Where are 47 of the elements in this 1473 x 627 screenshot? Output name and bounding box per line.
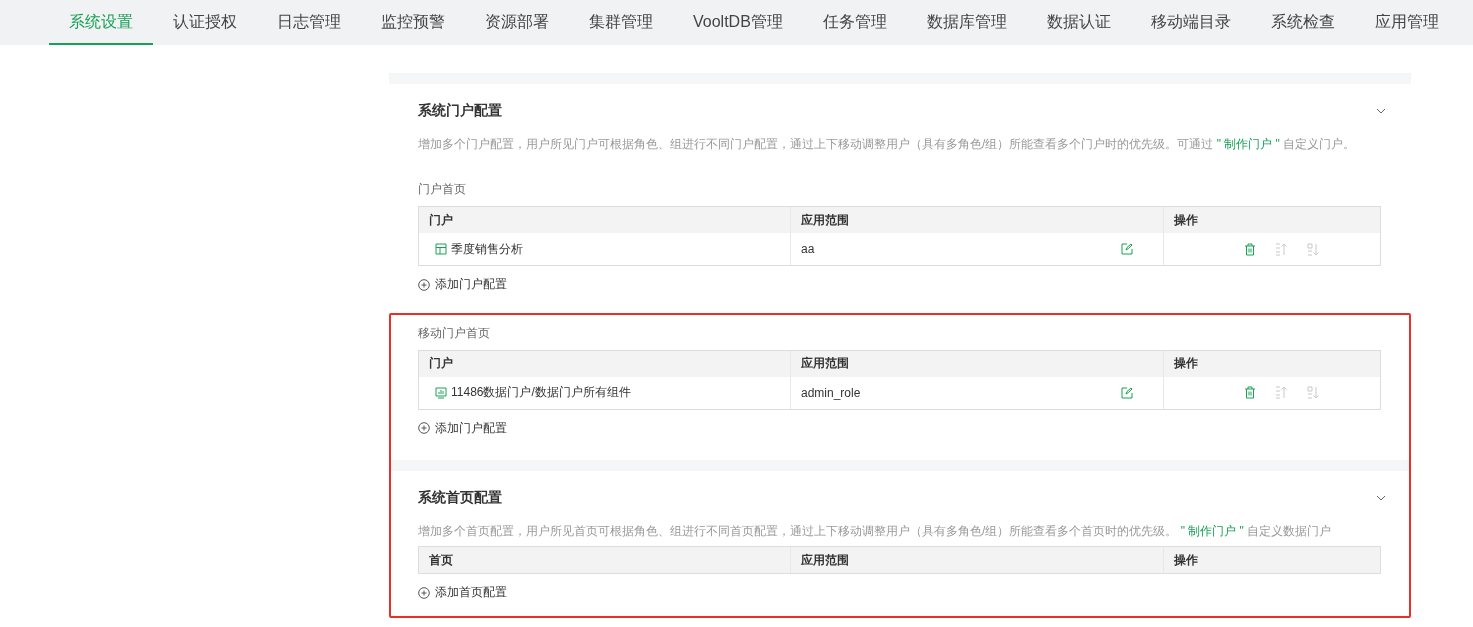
nav-tab[interactable]: 应用管理 [1354, 0, 1459, 45]
column-header: 操作 [1174, 355, 1198, 372]
add-config-button[interactable]: 添加首页配置 [418, 584, 507, 601]
edit-icon[interactable] [1121, 386, 1133, 399]
section-description: 增加多个门户配置，用户所见门户可根据角色、组进行不同门户配置，通过上下移动调整用户（具有多角色/组）所能查看多个门户时的优先级。可通过 " 制作门户 " 自定义门户。 [418, 136, 1357, 153]
nav-tab[interactable]: 数据认证 [1026, 0, 1131, 45]
nav-tab[interactable]: 集群管理 [569, 0, 673, 45]
edit-icon[interactable] [1121, 243, 1133, 255]
table-cell: 11486数据门户/数据门户所有组件 [451, 384, 631, 401]
add-config-button[interactable]: 添加门户配置 [418, 419, 507, 437]
plus-circle-icon [418, 586, 430, 599]
section-description: 增加多个首页配置，用户所见首页可根据角色、组进行不同首页配置，通过上下移动调整用户（具有多角色/组）所能查看多个首页时的优先级。 " 制作门户 " 自定义数据门户 [418, 523, 1333, 540]
trash-icon[interactable] [1244, 242, 1256, 256]
nav-tab[interactable]: 资源部署 [465, 0, 569, 45]
nav-tab[interactable]: VooltDB管理 [673, 0, 803, 45]
make-portal-link[interactable]: " 制作门户 " [1216, 137, 1280, 151]
column-header: 门户 [429, 355, 453, 372]
table-cell: admin_role [801, 385, 861, 400]
nav-tab[interactable]: 数据库管理 [906, 0, 1027, 45]
table-label: 移动门户首页 [418, 324, 491, 342]
column-header: 应用范围 [801, 551, 849, 569]
chevron-down-icon[interactable] [1376, 108, 1386, 114]
column-header: 操作 [1174, 211, 1198, 229]
nav-tab[interactable]: 移动端目录 [1130, 0, 1251, 45]
section-title: 系统首页配置 [418, 489, 502, 507]
column-header: 操作 [1174, 551, 1198, 569]
nav-tab[interactable]: 日志管理 [257, 0, 361, 45]
table-cell: aa [801, 242, 815, 256]
table-cell: 季度销售分析 [451, 240, 523, 258]
chevron-down-icon[interactable] [1376, 495, 1386, 501]
layout-icon [435, 243, 447, 255]
nav-tab[interactable]: 监控预警 [361, 0, 465, 45]
nav-tab[interactable]: 认证授权 [153, 0, 257, 45]
plus-circle-icon [418, 278, 430, 291]
section-title: 系统门户配置 [418, 102, 502, 120]
column-header: 应用范围 [801, 211, 849, 229]
chart-icon [435, 386, 447, 399]
trash-icon[interactable] [1244, 386, 1256, 399]
column-header: 应用范围 [801, 355, 849, 372]
table-label: 门户首页 [418, 181, 467, 198]
column-header: 首页 [429, 551, 453, 569]
column-header: 门户 [429, 211, 453, 229]
nav-tab[interactable]: 任务管理 [802, 0, 907, 45]
add-config-button[interactable]: 添加门户配置 [418, 276, 507, 293]
nav-tab[interactable]: 系统检查 [1250, 0, 1355, 45]
make-portal-link[interactable]: " 制作门户 " [1180, 524, 1244, 538]
plus-circle-icon [418, 422, 430, 434]
